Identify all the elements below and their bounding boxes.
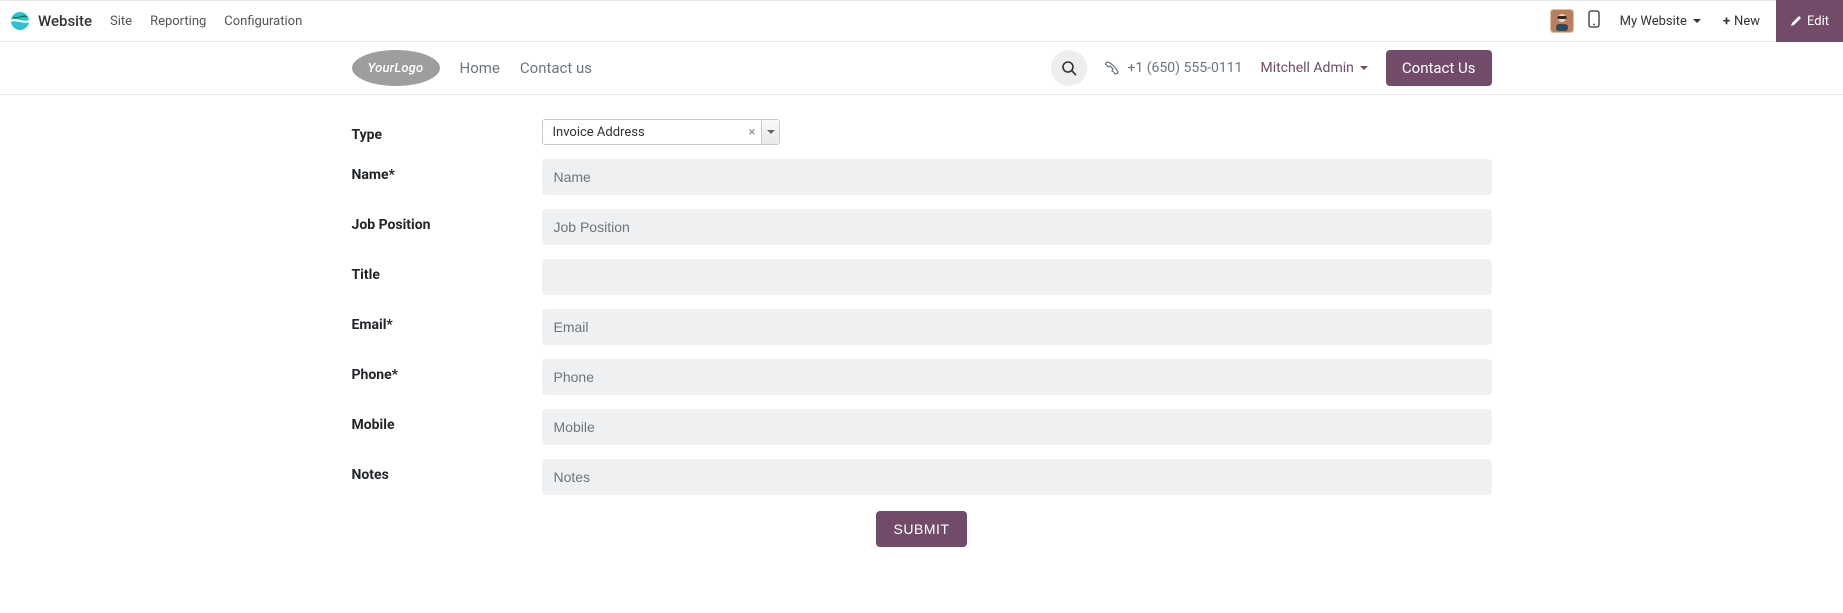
form-row-phone: Phone* — [352, 359, 1492, 395]
mobile-input[interactable] — [542, 409, 1492, 445]
submit-row: SUBMIT — [352, 511, 1492, 547]
search-icon — [1061, 60, 1077, 76]
form-row-notes: Notes — [352, 459, 1492, 495]
site-logo-text: YourLogo — [368, 61, 424, 76]
contact-form: Type Invoice Address × Name* Job Positio… — [352, 95, 1492, 577]
label-mobile: Mobile — [352, 409, 542, 433]
label-name: Name* — [352, 159, 542, 183]
name-input[interactable] — [542, 159, 1492, 195]
caret-down-icon — [1693, 19, 1701, 23]
label-phone: Phone* — [352, 359, 542, 383]
top-bar-left: Website Site Reporting Configuration — [10, 11, 302, 31]
title-input[interactable] — [542, 259, 1492, 295]
edit-label: Edit — [1807, 14, 1829, 29]
label-job-position: Job Position — [352, 209, 542, 233]
phone-icon — [1105, 61, 1119, 75]
nav-contact-us[interactable]: Contact us — [520, 59, 592, 77]
new-button[interactable]: + New — [1715, 14, 1768, 29]
user-avatar-icon[interactable] — [1550, 9, 1574, 33]
form-row-email: Email* — [352, 309, 1492, 345]
phone-input[interactable] — [542, 359, 1492, 395]
label-notes: Notes — [352, 459, 542, 483]
search-button[interactable] — [1051, 50, 1087, 86]
app-brand[interactable]: Website — [10, 11, 92, 31]
top-bar-right: My Website + New Edit — [1550, 0, 1835, 42]
nav-home[interactable]: Home — [460, 59, 500, 77]
label-title: Title — [352, 259, 542, 283]
site-header: YourLogo Home Contact us +1 (650) 555-01… — [0, 42, 1843, 95]
app-name: Website — [38, 12, 92, 30]
my-website-label: My Website — [1620, 14, 1687, 29]
topbar-menu-reporting[interactable]: Reporting — [150, 14, 206, 29]
topbar-menu-configuration[interactable]: Configuration — [224, 14, 302, 29]
topbar-menu-site[interactable]: Site — [110, 14, 132, 29]
user-name: Mitchell Admin — [1260, 60, 1353, 76]
user-menu[interactable]: Mitchell Admin — [1260, 60, 1367, 76]
label-type: Type — [352, 119, 542, 143]
my-website-dropdown[interactable]: My Website — [1614, 14, 1707, 29]
form-row-name: Name* — [352, 159, 1492, 195]
plus-icon: + — [1723, 14, 1730, 29]
notes-input[interactable] — [542, 459, 1492, 495]
caret-down-icon — [767, 130, 775, 134]
contact-us-button[interactable]: Contact Us — [1386, 50, 1492, 86]
new-label: New — [1734, 14, 1760, 29]
form-row-type: Type Invoice Address × — [352, 119, 1492, 145]
site-nav: Home Contact us — [460, 59, 593, 77]
phone-block: +1 (650) 555-0111 — [1105, 60, 1242, 76]
email-input[interactable] — [542, 309, 1492, 345]
job-position-input[interactable] — [542, 209, 1492, 245]
type-select-caret[interactable] — [761, 120, 779, 144]
form-row-title: Title — [352, 259, 1492, 295]
site-logo[interactable]: YourLogo — [352, 50, 440, 86]
form-row-job-position: Job Position — [352, 209, 1492, 245]
site-header-right: +1 (650) 555-0111 Mitchell Admin Contact… — [1051, 50, 1491, 86]
control-type: Invoice Address × — [542, 119, 1492, 145]
type-select-value: Invoice Address — [543, 120, 743, 144]
form-row-mobile: Mobile — [352, 409, 1492, 445]
label-email: Email* — [352, 309, 542, 333]
site-header-inner: YourLogo Home Contact us +1 (650) 555-01… — [352, 42, 1492, 94]
type-select[interactable]: Invoice Address × — [542, 119, 781, 145]
phone-number: +1 (650) 555-0111 — [1127, 60, 1242, 76]
top-bar: Website Site Reporting Configuration My … — [0, 0, 1843, 42]
mobile-preview-icon[interactable] — [1582, 10, 1606, 32]
caret-down-icon — [1360, 66, 1368, 70]
pencil-icon — [1790, 15, 1802, 27]
submit-button[interactable]: SUBMIT — [876, 511, 968, 547]
app-globe-icon — [10, 11, 30, 31]
edit-button[interactable]: Edit — [1776, 0, 1843, 42]
type-select-clear[interactable]: × — [743, 120, 762, 144]
